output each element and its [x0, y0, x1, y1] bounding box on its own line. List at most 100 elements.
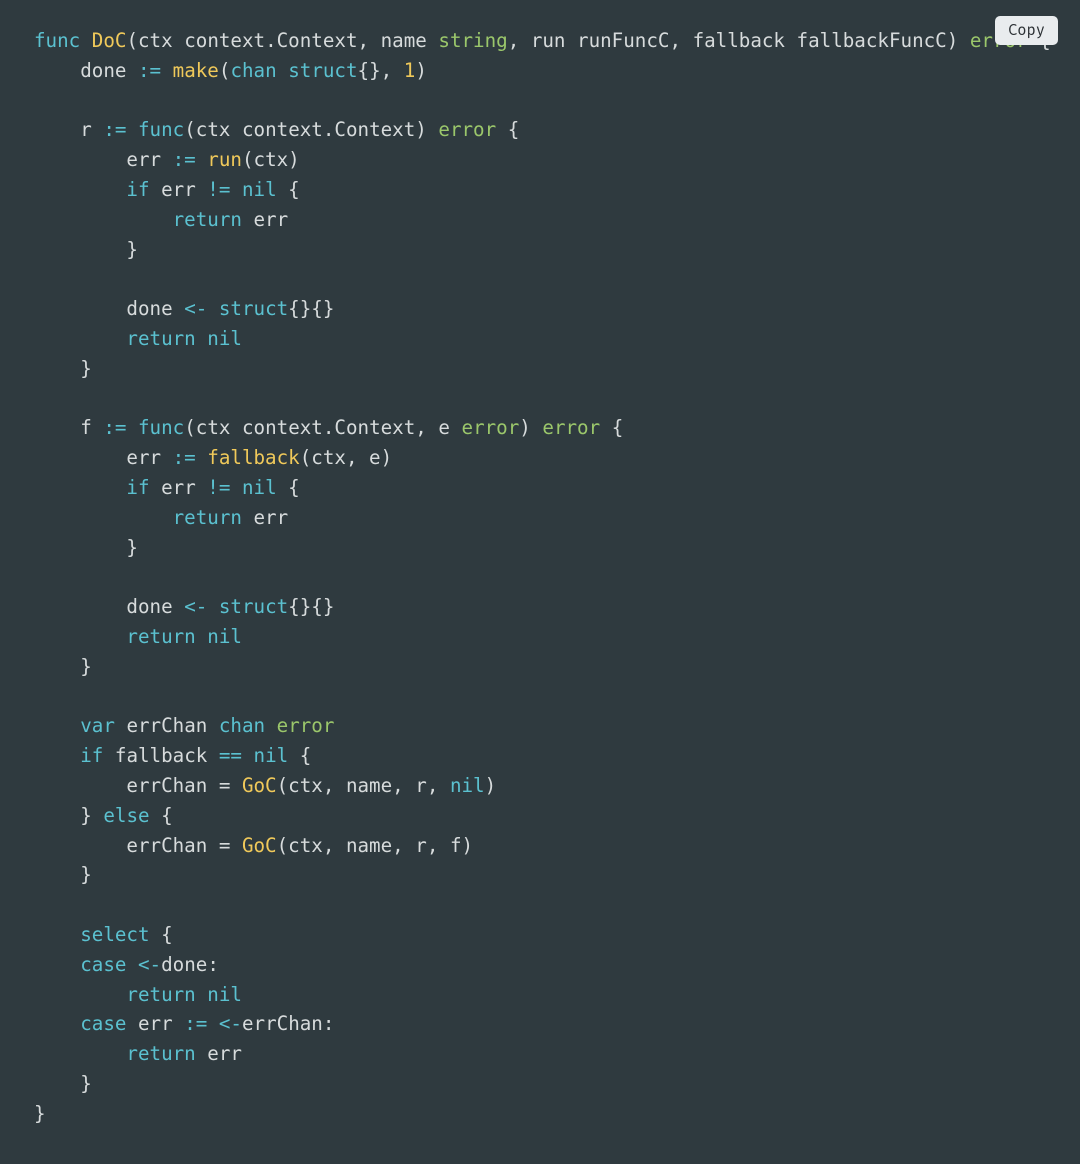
code-token: error	[542, 416, 600, 439]
code-token: }	[34, 1102, 46, 1125]
code-line	[34, 86, 1046, 116]
code-token: err	[126, 446, 161, 469]
code-token: done	[126, 297, 172, 320]
code-token: f	[80, 416, 92, 439]
code-line: done := make(chan struct{}, 1)	[34, 56, 1046, 86]
code-token	[34, 416, 80, 439]
code-token: chan	[230, 59, 276, 82]
code-token: {	[288, 744, 311, 767]
code-token: r	[415, 834, 427, 857]
code-token	[150, 476, 162, 499]
code-line	[34, 264, 1046, 294]
code-token	[34, 208, 173, 231]
code-token	[427, 118, 439, 141]
code-token: error	[462, 416, 520, 439]
code-token: err	[254, 208, 289, 231]
code-token: {	[150, 923, 173, 946]
code-token: context.Context	[184, 29, 357, 52]
code-line: return nil	[34, 980, 1046, 1010]
code-token	[277, 59, 289, 82]
code-token: ,	[358, 29, 381, 52]
code-token: ,	[346, 446, 369, 469]
code-token: errChan	[126, 834, 207, 857]
code-token: 1	[404, 59, 416, 82]
code-token	[103, 744, 115, 767]
code-token: err	[138, 1012, 173, 1035]
code-token: make	[173, 59, 219, 82]
code-token: :=	[92, 118, 138, 141]
code-token	[34, 1042, 126, 1065]
code-token: ctx	[196, 416, 231, 439]
code-token	[230, 416, 242, 439]
code-token: nil	[207, 327, 242, 350]
code-token: ctx	[254, 148, 289, 171]
code-token	[242, 506, 254, 529]
code-token: )	[947, 29, 959, 52]
code-token: {}	[358, 59, 381, 82]
code-token: nil	[450, 774, 485, 797]
code-token	[785, 29, 797, 52]
code-line	[34, 384, 1046, 414]
code-token	[196, 625, 208, 648]
code-token: }	[126, 238, 138, 261]
code-token: {	[150, 804, 173, 827]
code-content: func DoC(ctx context.Context, name strin…	[34, 26, 1046, 1128]
code-token: :=	[92, 416, 138, 439]
code-token: done	[161, 953, 207, 976]
code-token	[34, 863, 80, 886]
code-token: return	[126, 625, 195, 648]
code-token: ctx	[311, 446, 346, 469]
code-line: }	[34, 1069, 1046, 1099]
code-token	[115, 714, 127, 737]
code-token: func	[138, 416, 184, 439]
code-token: {	[600, 416, 623, 439]
code-token: )	[519, 416, 531, 439]
code-token: runFuncC	[577, 29, 669, 52]
code-token	[196, 327, 208, 350]
code-token	[92, 804, 104, 827]
code-token	[196, 1042, 208, 1065]
code-token	[126, 1012, 138, 1035]
code-line: return err	[34, 1039, 1046, 1069]
code-token: nil	[242, 476, 277, 499]
code-token	[230, 118, 242, 141]
code-token: err	[207, 1042, 242, 1065]
code-token: ctx	[138, 29, 173, 52]
code-line	[34, 562, 1046, 592]
code-line: err := fallback(ctx, e)	[34, 443, 1046, 473]
code-token	[450, 416, 462, 439]
copy-button[interactable]: Copy	[995, 16, 1058, 45]
code-token	[34, 118, 80, 141]
code-token: context.Context	[242, 416, 415, 439]
code-token: r	[80, 118, 92, 141]
code-line: return nil	[34, 622, 1046, 652]
code-token: <-	[138, 953, 161, 976]
code-token: chan	[219, 714, 265, 737]
code-token	[34, 148, 126, 171]
code-token: context.Context	[242, 118, 415, 141]
code-token: ,	[323, 774, 346, 797]
code-token: r	[415, 774, 427, 797]
code-line: done <- struct{}{}	[34, 294, 1046, 324]
code-line: return nil	[34, 324, 1046, 354]
code-token: err	[161, 178, 196, 201]
code-token: GoC	[242, 774, 277, 797]
code-token: )	[288, 148, 300, 171]
code-token: (	[277, 774, 289, 797]
code-line: f := func(ctx context.Context, e error) …	[34, 413, 1046, 443]
code-token: (	[242, 148, 254, 171]
code-token: ==	[207, 744, 253, 767]
code-token: <-	[173, 595, 219, 618]
code-line: case <-done:	[34, 950, 1046, 980]
code-token	[34, 983, 126, 1006]
code-line: select {	[34, 920, 1046, 950]
code-token	[34, 625, 126, 648]
code-line	[34, 682, 1046, 712]
code-token: err	[161, 476, 196, 499]
code-token: )	[415, 59, 427, 82]
code-token	[34, 923, 80, 946]
code-token: )	[415, 118, 427, 141]
code-token: name	[346, 834, 392, 857]
code-line: }	[34, 533, 1046, 563]
code-token: (	[277, 834, 289, 857]
